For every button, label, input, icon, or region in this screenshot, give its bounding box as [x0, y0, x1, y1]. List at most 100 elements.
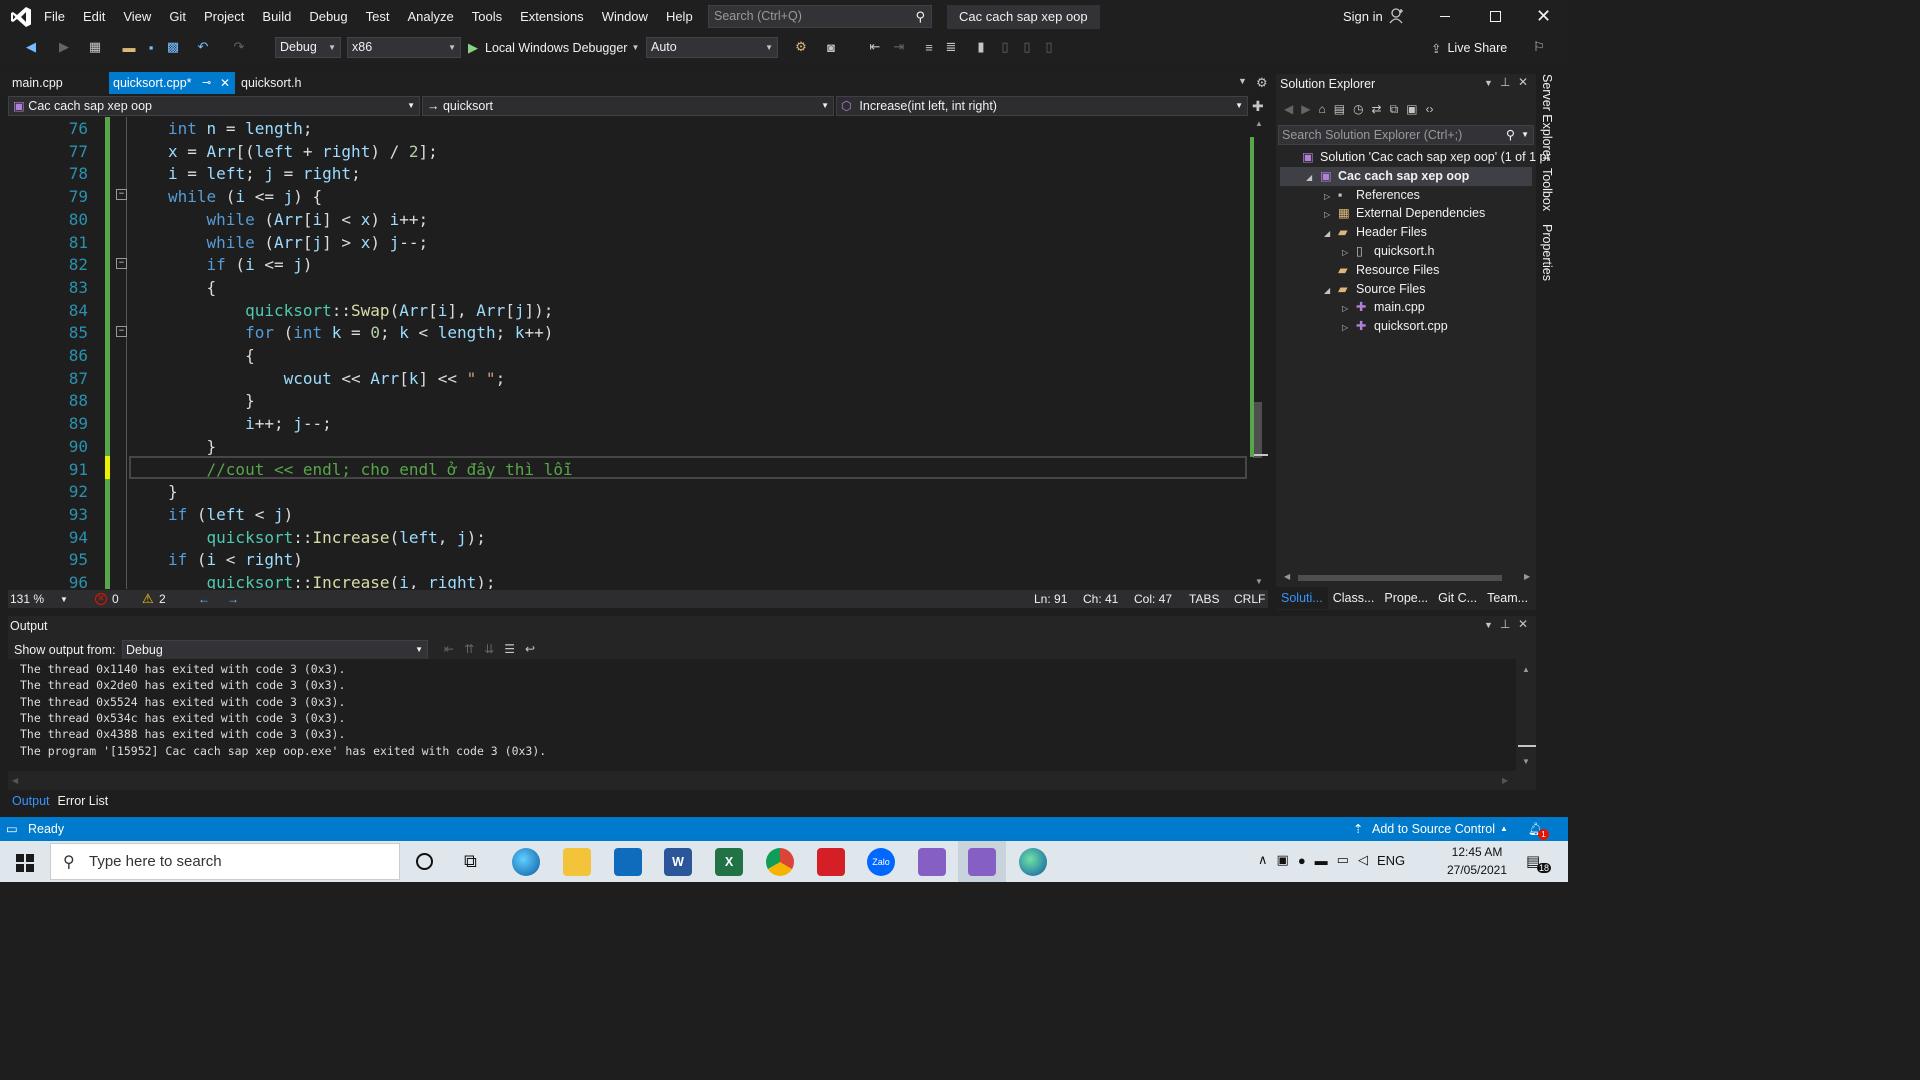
code-line[interactable]: 93 if (left < j) — [8, 503, 1248, 526]
scroll-thumb[interactable] — [1518, 745, 1536, 747]
line-ending[interactable]: CRLF — [1234, 592, 1265, 606]
line-indicator[interactable]: Ln: 91 — [1034, 592, 1067, 606]
visual-studio-icon[interactable] — [918, 848, 946, 876]
member-navigation-select[interactable]: ⬡ Increase(int left, int right) ▼ — [836, 96, 1248, 116]
code-line[interactable]: 76 int n = length; — [8, 117, 1248, 140]
code-line[interactable]: 95 if (i < right) — [8, 548, 1248, 571]
chrome-icon[interactable] — [766, 848, 794, 876]
meet-now-icon[interactable]: ▣ — [1277, 852, 1289, 868]
clear-bookmarks-icon[interactable]: ▯ — [1040, 38, 1058, 56]
prev-bookmark-icon[interactable]: ▯ — [996, 38, 1014, 56]
zoom-level[interactable]: 131 % — [10, 592, 44, 606]
horizontal-scrollbar[interactable]: ◀ ▶ — [1284, 572, 1532, 584]
new-project-icon[interactable]: ▦ — [86, 38, 104, 56]
redo-icon[interactable]: ↷ — [230, 38, 248, 56]
scroll-down-icon[interactable]: ▼ — [1522, 757, 1530, 766]
pin-icon[interactable]: ⊸ — [202, 72, 211, 94]
code-line[interactable]: 94 quicksort::Increase(left, j); — [8, 526, 1248, 549]
scroll-left-icon[interactable]: ◀ — [12, 776, 18, 785]
tree-item[interactable]: ▣ Solution 'Cac cach sap xep oop' (1 of 1… — [1280, 148, 1551, 167]
side-tab-toolbox[interactable]: Toolbox — [1540, 168, 1554, 211]
show-hidden-icons[interactable]: ∧ — [1258, 852, 1268, 868]
close-window-button[interactable]: ✕ — [1536, 6, 1551, 27]
garena-icon[interactable] — [817, 848, 845, 876]
tree-item[interactable]: ▷ ▪ References — [1280, 186, 1532, 205]
home-icon[interactable]: ⌂ — [1318, 102, 1325, 116]
navigate-back-icon[interactable]: ◀ — [22, 38, 40, 56]
account-icon[interactable] — [1389, 7, 1405, 25]
expand-arrow-icon[interactable]: ▷ — [1342, 318, 1356, 337]
col-indicator[interactable]: Col: 47 — [1134, 592, 1172, 606]
tab-error-list[interactable]: Error List — [54, 794, 113, 808]
scope-navigation-select[interactable]: → quicksort ▼ — [422, 96, 834, 116]
menu-view[interactable]: View — [114, 0, 160, 34]
tab-output[interactable]: Output — [8, 794, 54, 808]
tab-git-changes[interactable]: Git C... — [1433, 587, 1482, 609]
code-editor[interactable]: − − − 76 int n = length; 77 x = Arr[(left +… — [8, 117, 1248, 589]
clear-all-icon[interactable]: ☰ — [504, 642, 515, 656]
tab-main-cpp[interactable]: main.cpp — [0, 72, 82, 94]
step-into-icon[interactable]: ⇤ — [866, 38, 884, 56]
visual-studio-logo-icon[interactable] — [10, 6, 32, 28]
code-line[interactable]: 82 if (i <= j) — [8, 253, 1248, 276]
code-line[interactable]: 87 wcout << Arr[k] << " "; — [8, 367, 1248, 390]
platform-select[interactable]: x86 ▼ — [347, 37, 461, 58]
chevron-down-icon[interactable]: ▼ — [631, 43, 639, 52]
code-line[interactable]: 89 i++; j--; — [8, 412, 1248, 435]
find-message-icon[interactable]: ⇤ — [444, 642, 454, 656]
solution-configuration-select[interactable]: Debug ▼ — [275, 37, 341, 58]
char-indicator[interactable]: Ch: 41 — [1083, 592, 1118, 606]
scroll-up-icon[interactable]: ▲ — [1255, 119, 1263, 128]
warning-count[interactable]: 2 — [159, 592, 166, 606]
file-explorer-icon[interactable] — [563, 848, 591, 876]
menu-tools[interactable]: Tools — [463, 0, 511, 34]
tab-solution-explorer[interactable]: Soluti... — [1276, 587, 1328, 609]
volume-icon[interactable]: ◁ — [1358, 852, 1368, 868]
menu-build[interactable]: Build — [253, 0, 300, 34]
error-icon[interactable]: ✕ — [95, 593, 107, 605]
sign-in-link[interactable]: Sign in — [1343, 9, 1383, 24]
tree-item[interactable]: ◢ ▰ Source Files — [1280, 280, 1532, 299]
code-line[interactable]: 79 while (i <= j) { — [8, 185, 1248, 208]
bookmark-icon[interactable]: ▮ — [972, 38, 990, 56]
panel-menu-icon[interactable]: ▼ — [1484, 620, 1493, 630]
settings-gear-icon[interactable]: ⚙ — [1256, 75, 1268, 91]
save-all-icon[interactable]: ▩ — [164, 38, 182, 56]
code-line[interactable]: 92} — [8, 480, 1248, 503]
tree-item[interactable]: ▷ ✚ quicksort.cpp — [1280, 317, 1532, 336]
code-line[interactable]: 86 { — [8, 344, 1248, 367]
solution-config-auto-select[interactable]: Auto ▼ — [646, 37, 778, 58]
expand-arrow-icon[interactable]: ▷ — [1324, 205, 1338, 224]
next-issue-icon[interactable]: → — [227, 592, 239, 606]
tree-item[interactable]: ▰ Resource Files — [1280, 261, 1532, 280]
code-line[interactable]: 77 x = Arr[(left + right) / 2]; — [8, 140, 1248, 163]
clock[interactable]: 12:45 AM 27/05/2021 — [1432, 843, 1522, 879]
screenshot-icon[interactable]: ◙ — [822, 38, 840, 56]
split-editor-icon[interactable]: ✚ — [1252, 98, 1264, 115]
expand-arrow-icon[interactable]: ◢ — [1306, 168, 1320, 187]
tree-item[interactable]: ▷ ▯ quicksort.h — [1280, 242, 1532, 261]
pending-changes-icon[interactable]: ◷ — [1353, 102, 1363, 116]
menu-git[interactable]: Git — [160, 0, 195, 34]
start-debugging-button[interactable]: ▶ Local Windows Debugger ▼ — [468, 37, 639, 58]
back-icon[interactable]: ◀ — [1284, 102, 1293, 116]
menu-analyze[interactable]: Analyze — [398, 0, 462, 34]
menu-help[interactable]: Help — [657, 0, 702, 34]
outdent-icon[interactable]: ≣ — [942, 38, 960, 56]
tree-item[interactable]: ▷ ✚ main.cpp — [1280, 298, 1532, 317]
menu-edit[interactable]: Edit — [74, 0, 114, 34]
edge-icon[interactable] — [512, 848, 540, 876]
code-line[interactable]: 81 while (Arr[j] > x) j--; — [8, 231, 1248, 254]
code-line[interactable]: 90 } — [8, 435, 1248, 458]
live-share-button[interactable]: ⇪ Live Share — [1431, 39, 1507, 57]
tree-item[interactable]: ▷ ▦ External Dependencies — [1280, 204, 1532, 223]
task-view-icon[interactable]: ⧉ — [464, 851, 477, 872]
tree-item[interactable]: ◢ ▰ Header Files — [1280, 223, 1532, 242]
indent-mode[interactable]: TABS — [1189, 592, 1219, 606]
restore-button[interactable] — [1490, 11, 1501, 22]
code-line[interactable]: 83 { — [8, 276, 1248, 299]
expand-arrow-icon[interactable]: ▷ — [1324, 187, 1338, 206]
close-icon[interactable]: ✕ — [1518, 75, 1528, 89]
prev-message-icon[interactable]: ⇈ — [464, 642, 474, 656]
indent-icon[interactable]: ≡ — [920, 38, 938, 56]
